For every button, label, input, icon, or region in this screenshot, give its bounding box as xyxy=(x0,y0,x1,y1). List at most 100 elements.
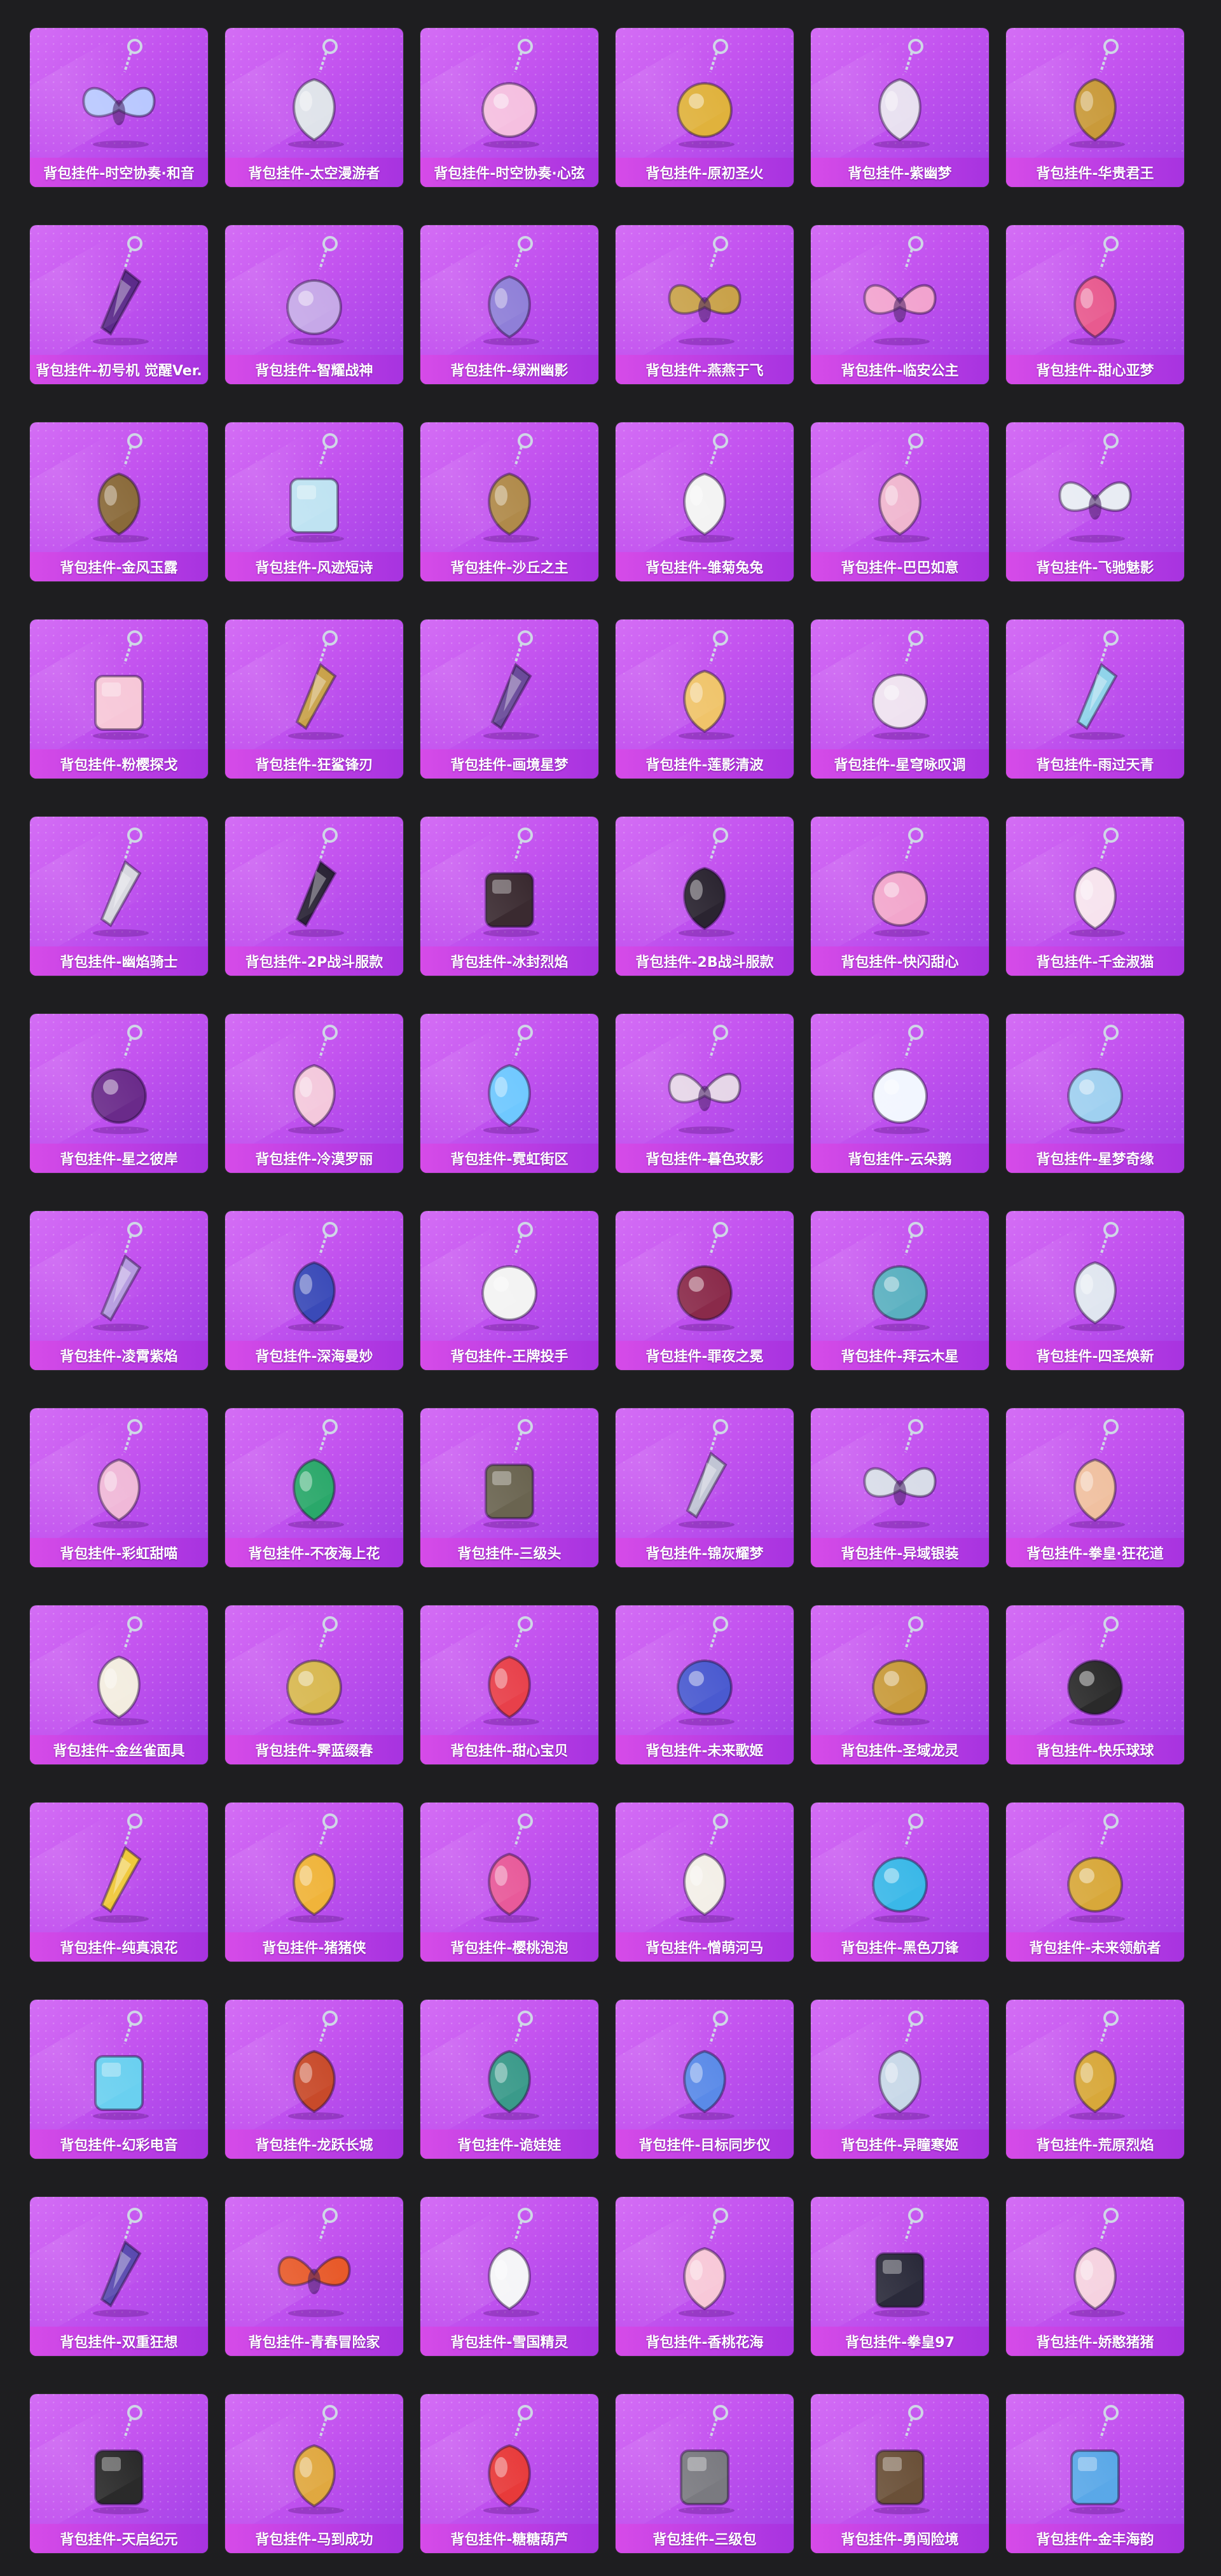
charm-card[interactable]: 背包挂件-锦灰耀梦 xyxy=(616,1408,794,1567)
charm-image xyxy=(616,2000,794,2128)
charm-card[interactable]: 背包挂件-狂鲨锋刃 xyxy=(225,620,403,779)
charm-label-bar: 背包挂件-青春冒险家 xyxy=(225,2327,403,2356)
charm-card[interactable]: 背包挂件-快闪甜心 xyxy=(811,817,989,976)
charm-card[interactable]: 背包挂件-幻彩电音 xyxy=(30,2000,208,2159)
charm-image xyxy=(616,1605,794,1734)
charm-card[interactable]: 背包挂件-诡娃娃 xyxy=(420,2000,598,2159)
charm-card[interactable]: 背包挂件-纯真浪花 xyxy=(30,1803,208,1962)
charm-card[interactable]: 背包挂件-冰封烈焰 xyxy=(420,817,598,976)
charm-card[interactable]: 背包挂件-画境星梦 xyxy=(420,620,598,779)
charm-card[interactable]: 背包挂件-雨过天青 xyxy=(1006,620,1184,779)
charm-image xyxy=(1006,1211,1184,1340)
charm-card[interactable]: 背包挂件-不夜海上花 xyxy=(225,1408,403,1567)
charm-card[interactable]: 背包挂件-双重狂想 xyxy=(30,2197,208,2356)
charm-card[interactable]: 背包挂件-飞驰魅影 xyxy=(1006,422,1184,581)
charm-card[interactable]: 背包挂件-2B战斗服款 xyxy=(616,817,794,976)
charm-card[interactable]: 背包挂件-金丝雀面具 xyxy=(30,1605,208,1764)
charm-card[interactable]: 背包挂件-紫幽梦 xyxy=(811,28,989,187)
charm-card[interactable]: 背包挂件-圣域龙灵 xyxy=(811,1605,989,1764)
charm-card[interactable]: 背包挂件-娇憨猪猪 xyxy=(1006,2197,1184,2356)
charm-card[interactable]: 背包挂件-智耀战神 xyxy=(225,225,403,384)
charm-card[interactable]: 背包挂件-拜云木星 xyxy=(811,1211,989,1370)
charm-card[interactable]: 背包挂件-雏菊兔兔 xyxy=(616,422,794,581)
silver-bell-charm-icon xyxy=(874,2011,930,2120)
charm-label: 背包挂件-荒原烈焰 xyxy=(1036,2138,1154,2154)
charm-card[interactable]: 背包挂件-太空漫游者 xyxy=(225,28,403,187)
charm-card[interactable]: 背包挂件-星梦奇缘 xyxy=(1006,1014,1184,1173)
charm-label: 背包挂件-雏菊兔兔 xyxy=(645,560,764,576)
charm-card[interactable]: 背包挂件-黑色刀锋 xyxy=(811,1803,989,1962)
charm-card[interactable]: 背包挂件-粉樱探戈 xyxy=(30,620,208,779)
charm-card[interactable]: 背包挂件-霁蓝缀春 xyxy=(225,1605,403,1764)
charm-card[interactable]: 背包挂件-凌霄紫焰 xyxy=(30,1211,208,1370)
yellow-key-charm-icon xyxy=(93,1813,149,1923)
charm-card[interactable]: 背包挂件-沙丘之主 xyxy=(420,422,598,581)
gold-chess-king-charm-icon xyxy=(1069,39,1125,148)
charm-card[interactable]: 背包挂件-莲影清波 xyxy=(616,620,794,779)
charm-card[interactable]: 背包挂件-罪夜之冕 xyxy=(616,1211,794,1370)
hammer-charm-icon xyxy=(679,1419,735,1528)
charm-image xyxy=(30,1408,208,1537)
charm-card[interactable]: 背包挂件-拳皇·狂花道 xyxy=(1006,1408,1184,1567)
blue-jewel-charm-icon xyxy=(1067,1025,1125,1134)
charm-card[interactable]: 背包挂件-香桃花海 xyxy=(616,2197,794,2356)
charm-card[interactable]: 背包挂件-霓虹街区 xyxy=(420,1014,598,1173)
charm-card[interactable]: 背包挂件-青春冒险家 xyxy=(225,2197,403,2356)
charm-card[interactable]: 背包挂件-幽焰骑士 xyxy=(30,817,208,976)
charm-label: 背包挂件-诡娃娃 xyxy=(457,2138,562,2154)
charm-card[interactable]: 背包挂件-荒原烈焰 xyxy=(1006,2000,1184,2159)
charm-image xyxy=(420,620,598,748)
charm-card[interactable]: 背包挂件-快乐球球 xyxy=(1006,1605,1184,1764)
charm-card[interactable]: 背包挂件-目标同步仪 xyxy=(616,2000,794,2159)
charm-card[interactable]: 背包挂件-未来领航者 xyxy=(1006,1803,1184,1962)
charm-card[interactable]: 背包挂件-王牌投手 xyxy=(420,1211,598,1370)
charm-label-bar: 背包挂件-樱桃泡泡 xyxy=(420,1932,598,1962)
charm-card[interactable]: 背包挂件-憎萌河马 xyxy=(616,1803,794,1962)
charm-card[interactable]: 背包挂件-未来歌姬 xyxy=(616,1605,794,1764)
charm-card[interactable]: 背包挂件-雪国精灵 xyxy=(420,2197,598,2356)
charm-card[interactable]: 背包挂件-初号机 觉醒Ver. xyxy=(30,225,208,384)
charm-card[interactable]: 背包挂件-绿洲幽影 xyxy=(420,225,598,384)
charm-card[interactable]: 背包挂件-彩虹甜喵 xyxy=(30,1408,208,1567)
sword-charm-icon xyxy=(93,828,149,937)
charm-card[interactable]: 背包挂件-甜心宝贝 xyxy=(420,1605,598,1764)
charm-card[interactable]: 背包挂件-马到成功 xyxy=(225,2394,403,2553)
charm-card[interactable]: 背包挂件-樱桃泡泡 xyxy=(420,1803,598,1962)
charm-card[interactable]: 背包挂件-异瞳寒姬 xyxy=(811,2000,989,2159)
charm-card[interactable]: 背包挂件-金丰海韵 xyxy=(1006,2394,1184,2553)
charm-card[interactable]: 背包挂件-风迹短诗 xyxy=(225,422,403,581)
charm-image xyxy=(225,2394,403,2523)
charm-card[interactable]: 背包挂件-异域银装 xyxy=(811,1408,989,1567)
charm-card[interactable]: 背包挂件-四圣焕新 xyxy=(1006,1211,1184,1370)
charm-label: 背包挂件-星穹咏叹调 xyxy=(834,758,966,773)
charm-card[interactable]: 背包挂件-勇闯险境 xyxy=(811,2394,989,2553)
charm-card[interactable]: 背包挂件-2P战斗服款 xyxy=(225,817,403,976)
charm-card[interactable]: 背包挂件-龙跃长城 xyxy=(225,2000,403,2159)
charm-card[interactable]: 背包挂件-猪猪侠 xyxy=(225,1803,403,1962)
gem-charm-icon xyxy=(483,236,539,345)
charm-card[interactable]: 背包挂件-冷漠罗丽 xyxy=(225,1014,403,1173)
charm-card[interactable]: 背包挂件-拳皇97 xyxy=(811,2197,989,2356)
charm-card[interactable]: 背包挂件-糖糖葫芦 xyxy=(420,2394,598,2553)
charm-label: 背包挂件-幻彩电音 xyxy=(60,2138,178,2154)
charm-card[interactable]: 背包挂件-深海曼妙 xyxy=(225,1211,403,1370)
charm-card[interactable]: 背包挂件-临安公主 xyxy=(811,225,989,384)
charm-card[interactable]: 背包挂件-暮色玫影 xyxy=(616,1014,794,1173)
charm-card[interactable]: 背包挂件-星穹咏叹调 xyxy=(811,620,989,779)
charm-card[interactable]: 背包挂件-三级头 xyxy=(420,1408,598,1567)
charm-label: 背包挂件-临安公主 xyxy=(841,363,959,379)
charm-card[interactable]: 背包挂件-时空协奏·心弦 xyxy=(420,28,598,187)
charm-card[interactable]: 背包挂件-时空协奏·和音 xyxy=(30,28,208,187)
charm-card[interactable]: 背包挂件-华贵君王 xyxy=(1006,28,1184,187)
charm-card[interactable]: 背包挂件-原初圣火 xyxy=(616,28,794,187)
bat-wing-charm-icon xyxy=(668,1025,742,1134)
charm-card[interactable]: 背包挂件-三级包 xyxy=(616,2394,794,2553)
charm-card[interactable]: 背包挂件-天启纪元 xyxy=(30,2394,208,2553)
charm-card[interactable]: 背包挂件-云朵鹅 xyxy=(811,1014,989,1173)
charm-card[interactable]: 背包挂件-千金淑猫 xyxy=(1006,817,1184,976)
charm-card[interactable]: 背包挂件-巴巴如意 xyxy=(811,422,989,581)
charm-card[interactable]: 背包挂件-燕燕于飞 xyxy=(616,225,794,384)
charm-card[interactable]: 背包挂件-金风玉露 xyxy=(30,422,208,581)
charm-card[interactable]: 背包挂件-甜心亚梦 xyxy=(1006,225,1184,384)
charm-card[interactable]: 背包挂件-星之彼岸 xyxy=(30,1014,208,1173)
